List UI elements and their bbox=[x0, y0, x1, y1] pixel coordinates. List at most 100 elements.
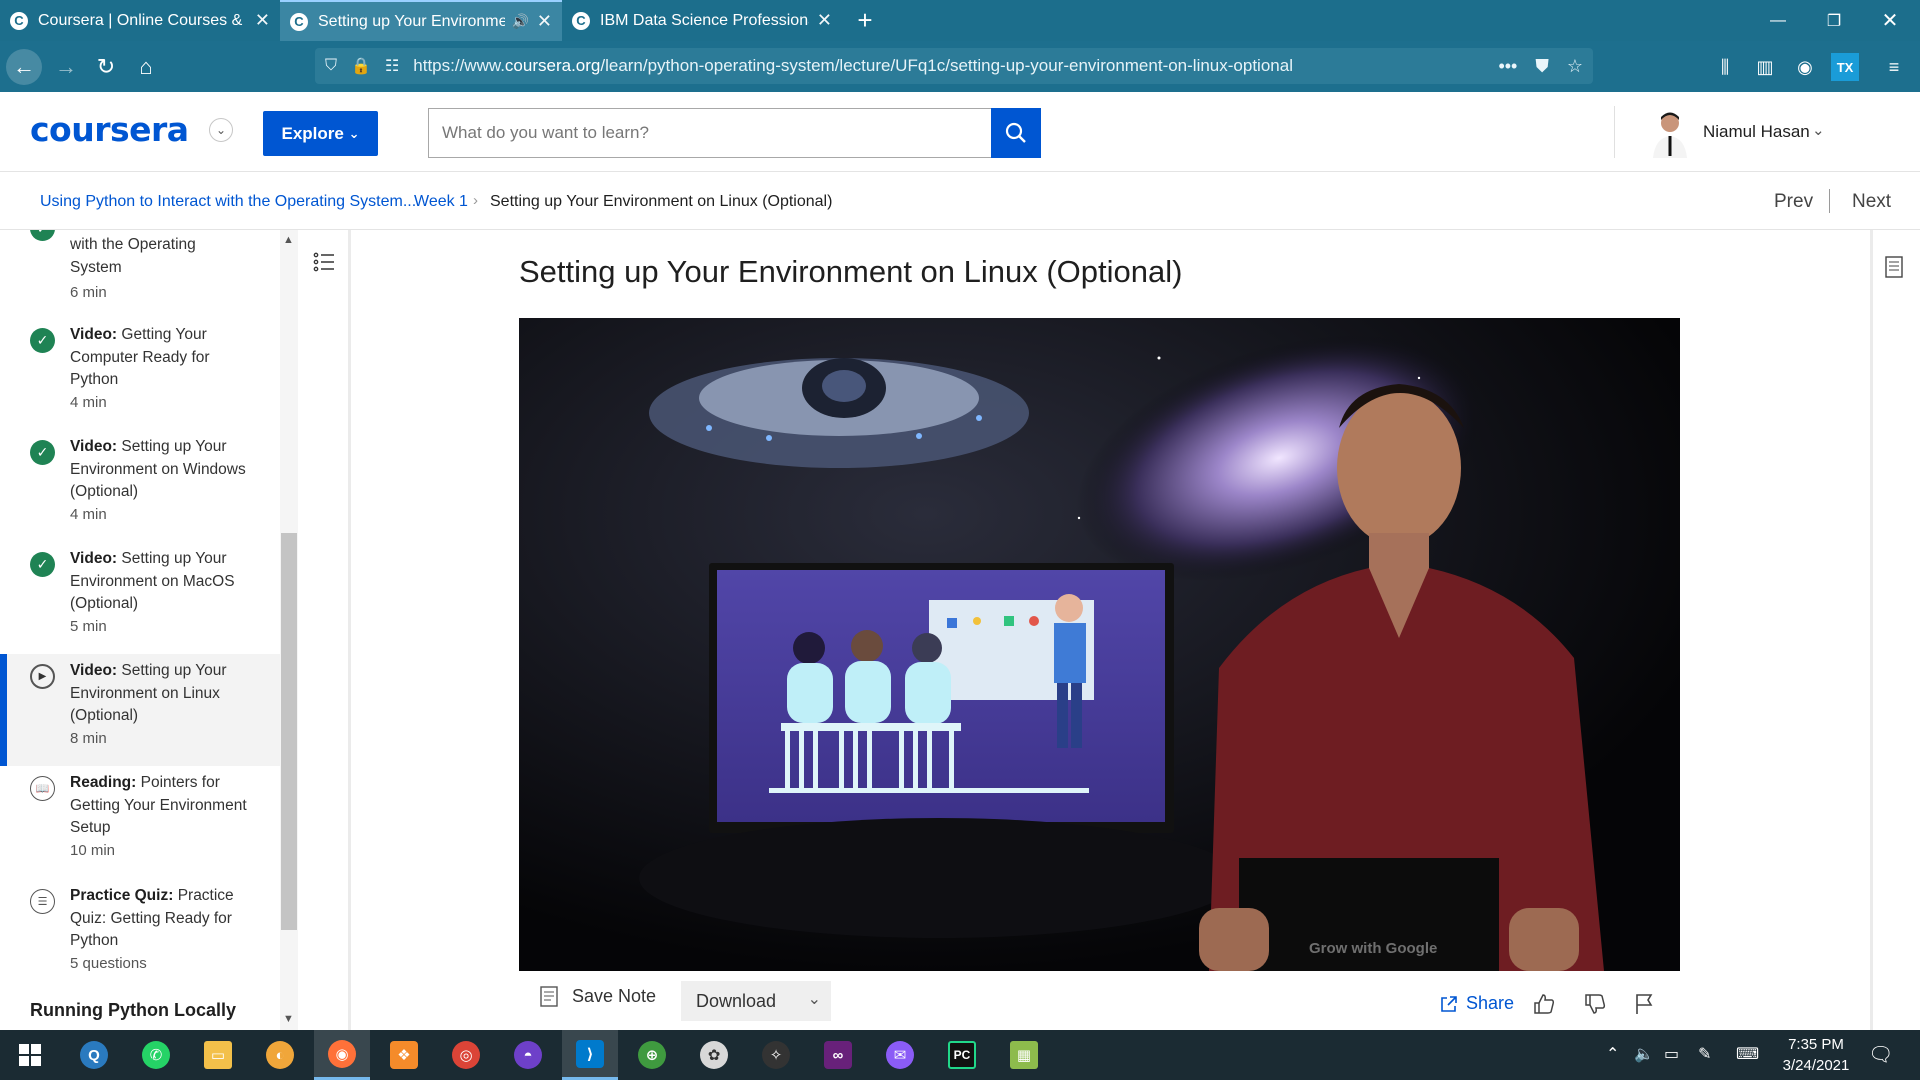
pen-icon[interactable]: ✎ bbox=[1698, 1044, 1711, 1064]
file-explorer-icon[interactable]: ▭ bbox=[190, 1030, 246, 1080]
notifications-icon[interactable]: 🗨 bbox=[1868, 1042, 1893, 1067]
spreadsheet-app-icon[interactable]: ▦ bbox=[996, 1030, 1052, 1080]
outline-item[interactable]: ✓ with the Operating System 6 min bbox=[0, 230, 280, 301]
audio-playing-icon[interactable]: 🔊 bbox=[511, 13, 528, 30]
url-text[interactable]: https://www.coursera.org/learn/python-op… bbox=[413, 56, 1480, 76]
coursera-logo[interactable]: coursera bbox=[30, 110, 189, 149]
office-app-icon[interactable]: ❖ bbox=[376, 1030, 432, 1080]
extension-icon[interactable]: TX bbox=[1831, 53, 1859, 81]
security-app-icon[interactable]: ◐ bbox=[252, 1030, 308, 1080]
bookmark-star-icon[interactable]: ☆ bbox=[1567, 56, 1583, 77]
outline-item[interactable]: ✓ Video: Getting Your Computer Ready for… bbox=[0, 324, 280, 434]
outline-item-title: Video: Setting up Your Environment on Wi… bbox=[70, 436, 250, 504]
lock-icon[interactable]: 🔒 bbox=[351, 56, 371, 76]
globe-app-icon[interactable]: ⊕ bbox=[624, 1030, 680, 1080]
tab-title: Coursera | Online Courses & Cr bbox=[38, 11, 247, 29]
page-actions-icon[interactable]: ••• bbox=[1498, 56, 1517, 77]
page-title: Setting up Your Environment on Linux (Op… bbox=[519, 254, 1183, 289]
outline-item-duration: 5 questions bbox=[70, 955, 147, 972]
outline-item-title: Reading: Pointers for Getting Your Envir… bbox=[70, 772, 250, 840]
shield-icon[interactable]: ⛉ bbox=[325, 57, 337, 75]
keyboard-icon[interactable]: ⌨ bbox=[1736, 1044, 1759, 1064]
prev-link[interactable]: Prev bbox=[1774, 191, 1813, 213]
app-icon[interactable]: ✿ bbox=[686, 1030, 742, 1080]
new-tab-button[interactable]: + bbox=[850, 0, 880, 41]
outline-toggle-button[interactable] bbox=[306, 244, 342, 280]
network-icon[interactable]: ▭ bbox=[1664, 1044, 1679, 1064]
share-button[interactable]: Share bbox=[1440, 993, 1514, 1014]
anaconda-icon[interactable]: ✧ bbox=[748, 1030, 804, 1080]
vscode-icon[interactable]: ⟩ bbox=[562, 1030, 618, 1080]
reload-icon[interactable]: ↻ bbox=[88, 49, 124, 85]
item-kind: Practice Quiz: bbox=[70, 887, 174, 904]
outline-item[interactable]: ☰ Practice Quiz: Practice Quiz: Getting … bbox=[0, 885, 280, 995]
sidebar-toggle-icon[interactable]: ▥ bbox=[1751, 53, 1779, 81]
outline-item[interactable]: ✓ Video: Setting up Your Environment on … bbox=[0, 436, 280, 546]
site-header: coursera ⌄ Explore ⌄ What do you want to… bbox=[0, 92, 1920, 172]
close-tab-icon[interactable]: ✕ bbox=[817, 10, 832, 31]
menu-icon[interactable]: ≡ bbox=[1880, 53, 1908, 81]
search-button[interactable] bbox=[991, 108, 1041, 158]
outline-item-current[interactable]: ▶ Video: Setting up Your Environment on … bbox=[0, 654, 280, 766]
chevron-down-icon[interactable]: ⌄ bbox=[209, 118, 233, 142]
breadcrumb-week-link[interactable]: Week 1 bbox=[414, 193, 468, 211]
chrome-icon[interactable]: ◎ bbox=[438, 1030, 494, 1080]
browser-tab[interactable]: C IBM Data Science Professional ✕ bbox=[562, 0, 842, 41]
messenger-icon[interactable]: ✉ bbox=[872, 1030, 928, 1080]
tray-chevron-up-icon[interactable]: ⌃ bbox=[1606, 1044, 1619, 1064]
close-tab-icon[interactable]: ✕ bbox=[255, 10, 270, 31]
whatsapp-icon[interactable]: ✆ bbox=[128, 1030, 184, 1080]
url-path: /learn/python-operating-system/lecture/U… bbox=[600, 56, 1293, 75]
list-icon bbox=[313, 252, 334, 272]
section-heading[interactable]: Running Python Locally bbox=[30, 1000, 236, 1021]
user-name[interactable]: Niamul Hasan bbox=[1703, 122, 1810, 142]
search-placeholder: What do you want to learn? bbox=[442, 123, 649, 142]
flag-icon[interactable] bbox=[1630, 990, 1658, 1018]
scroll-up-icon[interactable]: ▲ bbox=[283, 234, 294, 246]
account-icon[interactable]: ◉ bbox=[1791, 53, 1819, 81]
outline-item[interactable]: ✓ Video: Setting up Your Environment on … bbox=[0, 548, 280, 658]
forward-icon[interactable]: → bbox=[48, 49, 84, 85]
firefox-icon[interactable]: ◉ bbox=[314, 1030, 370, 1080]
download-dropdown[interactable]: Download ⌄ bbox=[681, 981, 831, 1021]
restore-icon[interactable]: ❐ bbox=[1806, 0, 1862, 41]
close-window-icon[interactable]: ✕ bbox=[1862, 0, 1918, 41]
url-bar[interactable]: ⛉ 🔒 ☷ https://www.coursera.org/learn/pyt… bbox=[315, 48, 1593, 84]
share-label: Share bbox=[1466, 993, 1515, 1013]
notes-icon[interactable] bbox=[1885, 256, 1903, 283]
chevron-down-icon[interactable]: ⌄ bbox=[1812, 121, 1825, 139]
search-input[interactable]: What do you want to learn? bbox=[428, 108, 991, 158]
tab-title: Setting up Your Environmen bbox=[318, 12, 506, 30]
close-tab-icon[interactable]: ✕ bbox=[537, 11, 552, 32]
github-icon[interactable]: ◓ bbox=[500, 1030, 556, 1080]
visual-studio-icon[interactable]: ∞ bbox=[810, 1030, 866, 1080]
pocket-icon[interactable]: ⛊ bbox=[1535, 56, 1549, 77]
library-icon[interactable]: ⫼ bbox=[1711, 53, 1739, 81]
browser-tab-active[interactable]: C Setting up Your Environmen 🔊 ✕ bbox=[280, 0, 562, 41]
video-player[interactable]: Grow with Google bbox=[519, 318, 1680, 971]
dislike-icon[interactable] bbox=[1581, 990, 1609, 1018]
clock-time: 7:35 PM bbox=[1788, 1036, 1844, 1053]
save-note-button[interactable]: Save Note bbox=[540, 985, 656, 1007]
like-icon[interactable] bbox=[1530, 990, 1558, 1018]
item-kind: Reading: bbox=[70, 774, 137, 791]
minimize-icon[interactable]: — bbox=[1750, 0, 1806, 41]
video-watermark: Grow with Google bbox=[1309, 940, 1438, 957]
browser-tab[interactable]: C Coursera | Online Courses & Cr ✕ bbox=[0, 0, 280, 41]
completed-check-icon: ✓ bbox=[30, 440, 55, 465]
outline-item[interactable]: 📖 Reading: Pointers for Getting Your Env… bbox=[0, 772, 280, 882]
volume-icon[interactable]: 🔈 bbox=[1634, 1044, 1654, 1064]
explore-button[interactable]: Explore ⌄ bbox=[263, 111, 378, 156]
home-icon[interactable]: ⌂ bbox=[128, 49, 164, 85]
avatar[interactable] bbox=[1647, 108, 1693, 158]
pycharm-icon[interactable]: PC bbox=[934, 1030, 990, 1080]
windows-start-icon[interactable] bbox=[2, 1030, 58, 1080]
scroll-down-icon[interactable]: ▼ bbox=[283, 1013, 294, 1025]
sidebar-scroll-thumb[interactable] bbox=[281, 533, 297, 930]
search-taskbar-icon[interactable]: Q bbox=[66, 1030, 122, 1080]
breadcrumb-course-link[interactable]: Using Python to Interact with the Operat… bbox=[40, 193, 416, 211]
next-link[interactable]: Next bbox=[1852, 191, 1891, 213]
permissions-icon[interactable]: ☷ bbox=[385, 56, 399, 76]
taskbar-clock[interactable]: 7:35 PM 3/24/2021 bbox=[1770, 1034, 1862, 1076]
back-icon[interactable]: ← bbox=[6, 49, 42, 85]
